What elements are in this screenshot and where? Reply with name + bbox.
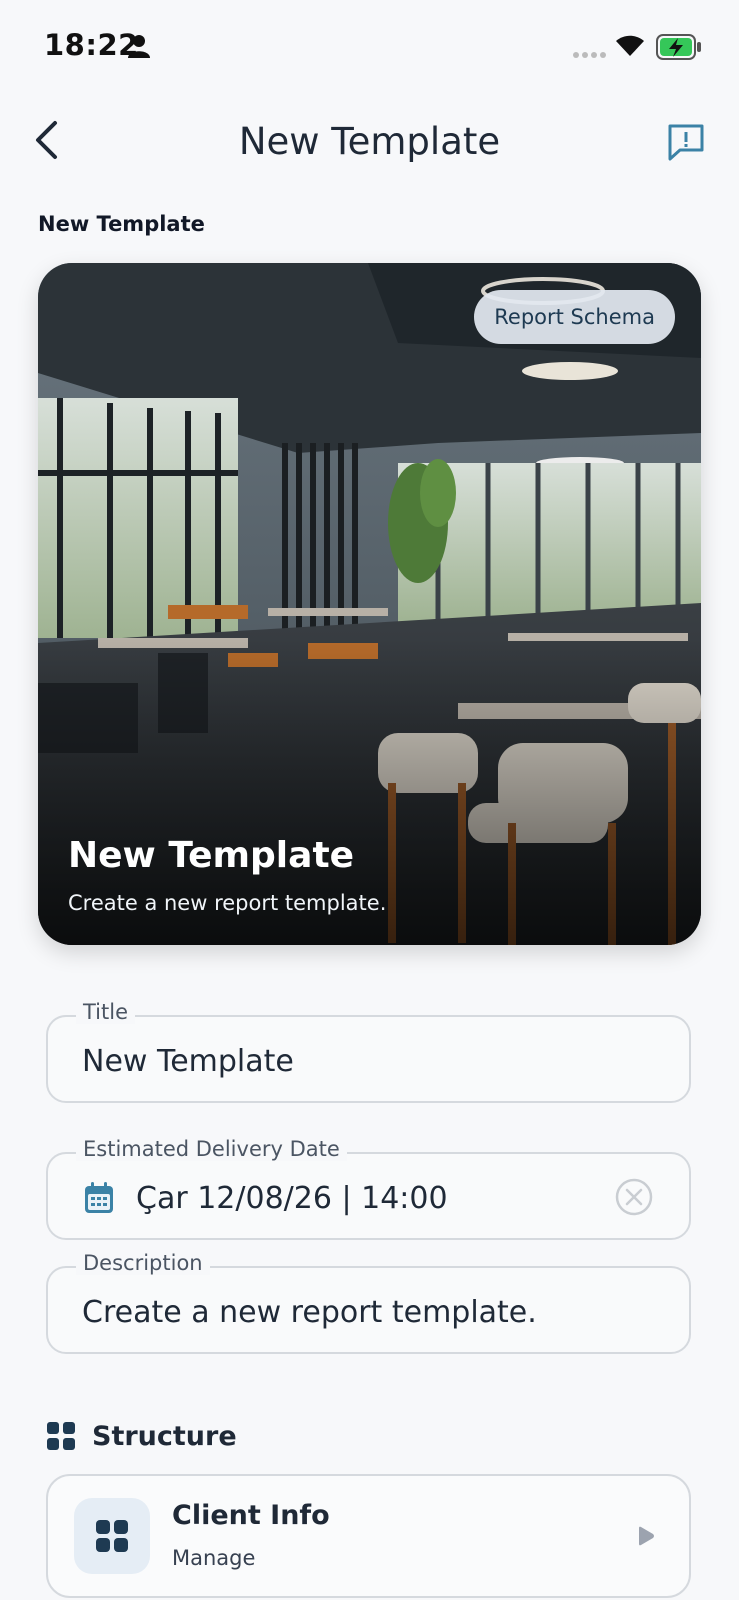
play-arrow-icon — [639, 1526, 654, 1546]
structure-heading: Structure — [92, 1420, 237, 1452]
section-label: New Template — [38, 212, 205, 236]
status-bar: 18:22 — [0, 0, 739, 92]
hero-title: New Template — [68, 835, 355, 876]
status-time: 18:22 — [44, 28, 139, 62]
grid-icon — [47, 1422, 75, 1450]
hero-subtitle: Create a new report template. — [68, 891, 387, 915]
title-field-label: Title — [76, 1000, 136, 1024]
wifi-icon — [616, 35, 644, 56]
delivery-date-label: Estimated Delivery Date — [76, 1137, 347, 1161]
chevron-left-icon — [36, 121, 57, 159]
hero-card: Report Schema New Template Create a new … — [38, 263, 701, 945]
structure-item-action: Manage — [172, 1546, 256, 1570]
report-schema-badge[interactable]: Report Schema — [474, 290, 675, 344]
title-field-value[interactable]: New Template — [82, 1044, 294, 1079]
app-header: New Template — [0, 100, 739, 186]
description-field[interactable]: Description Create a new report template… — [46, 1251, 691, 1354]
title-field[interactable]: Title New Template — [46, 1000, 691, 1103]
signal-dots-icon — [573, 52, 606, 58]
structure-header: Structure — [46, 1416, 237, 1456]
calendar-icon — [85, 1182, 113, 1213]
client-info-icon-box — [74, 1498, 150, 1574]
delivery-date-value[interactable]: Çar 12/08/26 | 14:00 — [136, 1181, 448, 1216]
person-icon — [128, 35, 150, 58]
page-title: New Template — [238, 120, 501, 163]
clear-circle-icon[interactable] — [615, 1178, 653, 1216]
battery-charging-icon — [656, 34, 701, 60]
structure-item-client-info[interactable]: Client Info Manage — [46, 1474, 691, 1598]
grid-icon — [96, 1520, 128, 1552]
delivery-date-field[interactable]: Estimated Delivery Date Çar 12/08/26 | 1… — [46, 1137, 691, 1240]
feedback-icon — [668, 124, 704, 161]
description-value[interactable]: Create a new report template. — [82, 1295, 537, 1330]
description-label: Description — [76, 1251, 210, 1275]
structure-item-name: Client Info — [172, 1500, 330, 1531]
feedback-button[interactable] — [662, 118, 710, 166]
back-button[interactable] — [22, 116, 70, 164]
